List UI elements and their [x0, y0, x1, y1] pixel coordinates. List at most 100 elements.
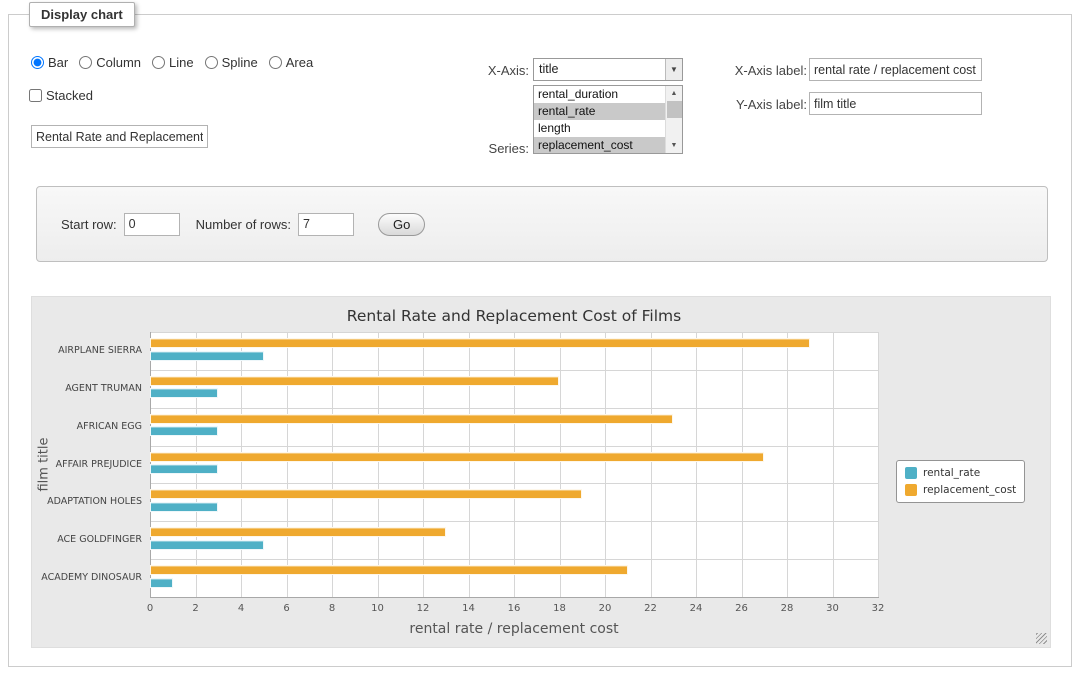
chart-type-line[interactable]: Line [152, 55, 194, 70]
stacked-checkbox[interactable] [29, 89, 42, 102]
x-tick-label: 10 [363, 603, 393, 614]
chart-resize-handle-icon[interactable] [1036, 633, 1047, 644]
chart-container: 02468101214161820222426283032AIRPLANE SI… [31, 296, 1051, 648]
series-listbox[interactable]: rental_durationrental_ratelengthreplacem… [533, 85, 683, 154]
rows-panel: Start row: Number of rows: Go [36, 186, 1048, 262]
start-row-input[interactable] [124, 213, 180, 236]
x-tick-label: 14 [454, 603, 484, 614]
gridline-vertical [378, 332, 379, 597]
y-axis-label-input[interactable] [809, 92, 982, 115]
chart-type-group: Bar Column Line Spline Area [31, 55, 313, 70]
scroll-down-icon[interactable]: ▼ [666, 138, 682, 153]
gridline-vertical [287, 332, 288, 597]
chart-type-label: Line [169, 55, 194, 70]
series-option-length[interactable]: length [534, 120, 665, 137]
chart-type-radio-spline[interactable] [205, 56, 218, 69]
x-axis-label: X-Axis: [453, 63, 529, 78]
series-option-rental_duration[interactable]: rental_duration [534, 86, 665, 103]
series-options: rental_durationrental_ratelengthreplacem… [534, 86, 665, 153]
x-axis-label-input[interactable] [809, 58, 982, 81]
x-tick-label: 22 [636, 603, 666, 614]
display-chart-fieldset: Display chart BarColumnLineSplineArea St… [8, 14, 1072, 667]
category-label: AFFAIR PREJUDICE [40, 459, 142, 470]
chart-legend: rental_rate replacement_cost [896, 460, 1025, 503]
gridline-vertical [787, 332, 788, 597]
category-label: AIRPLANE SIERRA [40, 345, 142, 356]
gridline-vertical [605, 332, 606, 597]
legend-item-rental_rate[interactable]: rental_rate [905, 467, 1016, 479]
y-axis-label-label: Y-Axis label: [707, 97, 807, 112]
x-axis-label-label: X-Axis label: [707, 63, 807, 78]
gridline-horizontal [150, 559, 878, 560]
bar-replacement_cost [150, 565, 628, 575]
chart-type-bar[interactable]: Bar [31, 55, 68, 70]
x-tick-label: 26 [727, 603, 757, 614]
category-label: ACE GOLDFINGER [40, 534, 142, 545]
gridline-horizontal [150, 332, 878, 333]
chart-type-radio-bar[interactable] [31, 56, 44, 69]
bar-replacement_cost [150, 338, 810, 348]
chart-type-radio-area[interactable] [269, 56, 282, 69]
stacked-option[interactable]: Stacked [29, 88, 93, 103]
x-tick-label: 30 [818, 603, 848, 614]
x-tick-label: 18 [545, 603, 575, 614]
gridline-vertical [514, 332, 515, 597]
bar-rental_rate [150, 388, 218, 398]
bar-replacement_cost [150, 414, 673, 424]
chart-title-input[interactable] [31, 125, 208, 148]
gridline-horizontal [150, 483, 878, 484]
fieldset-legend: Display chart [29, 2, 135, 27]
x-tick-label: 16 [499, 603, 529, 614]
chart-type-label: Area [286, 55, 313, 70]
chart-type-radio-column[interactable] [79, 56, 92, 69]
bar-rental_rate [150, 464, 218, 474]
chart-type-spline[interactable]: Spline [205, 55, 258, 70]
dropdown-arrow-icon[interactable]: ▼ [665, 59, 682, 80]
series-option-rental_rate[interactable]: rental_rate [534, 103, 665, 120]
gridline-vertical [696, 332, 697, 597]
bar-replacement_cost [150, 452, 764, 462]
bar-rental_rate [150, 578, 173, 588]
number-of-rows-label: Number of rows: [196, 217, 291, 232]
x-tick-label: 24 [681, 603, 711, 614]
category-label: ACADEMY DINOSAUR [40, 572, 142, 583]
x-tick-label: 2 [181, 603, 211, 614]
gridline-vertical [878, 332, 879, 597]
gridline-horizontal [150, 521, 878, 522]
bar-rental_rate [150, 502, 218, 512]
series-option-replacement_cost[interactable]: replacement_cost [534, 137, 665, 154]
legend-symbol [905, 484, 917, 496]
bar-replacement_cost [150, 376, 559, 386]
x-axis-selected-value: title [539, 62, 558, 76]
x-axis-select[interactable]: title ▼ [533, 58, 683, 81]
chart-type-radio-line[interactable] [152, 56, 165, 69]
gridline-horizontal [150, 408, 878, 409]
go-button[interactable]: Go [378, 213, 425, 236]
stacked-label: Stacked [46, 88, 93, 103]
gridline-vertical [332, 332, 333, 597]
legend-item-replacement_cost[interactable]: replacement_cost [905, 484, 1016, 496]
category-label: AGENT TRUMAN [40, 383, 142, 394]
gridline-vertical [742, 332, 743, 597]
x-tick-label: 28 [772, 603, 802, 614]
x-tick-label: 6 [272, 603, 302, 614]
legend-symbol [905, 467, 917, 479]
x-tick-label: 32 [863, 603, 893, 614]
x-tick-label: 8 [317, 603, 347, 614]
x-tick-label: 4 [226, 603, 256, 614]
gridline-vertical [651, 332, 652, 597]
chart-type-area[interactable]: Area [269, 55, 313, 70]
bar-rental_rate [150, 426, 218, 436]
chart-type-label: Column [96, 55, 141, 70]
gridline-vertical [469, 332, 470, 597]
gridline-vertical [833, 332, 834, 597]
scrollbar-thumb[interactable] [667, 101, 682, 118]
number-of-rows-input[interactable] [298, 213, 354, 236]
category-label: ADAPTATION HOLES [40, 496, 142, 507]
start-row-label: Start row: [61, 217, 117, 232]
bar-rental_rate [150, 351, 264, 361]
chart-type-column[interactable]: Column [79, 55, 141, 70]
scroll-up-icon[interactable]: ▲ [666, 86, 682, 101]
series-scrollbar[interactable]: ▲ ▼ [665, 86, 682, 153]
gridline-vertical [560, 332, 561, 597]
